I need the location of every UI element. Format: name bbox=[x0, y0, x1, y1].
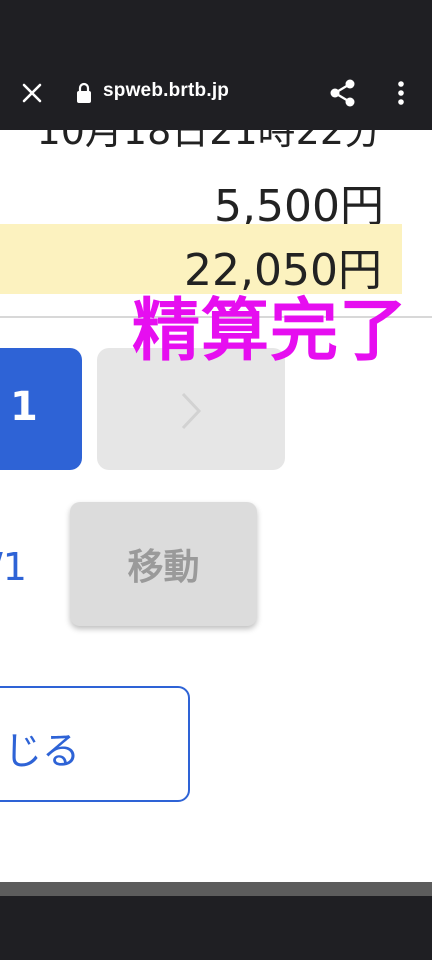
close-page-label: じる bbox=[4, 729, 81, 773]
url-text[interactable]: spweb.brtb.jp bbox=[103, 80, 229, 102]
system-nav-bar bbox=[0, 896, 432, 960]
lock-icon bbox=[77, 82, 91, 103]
bottom-strip bbox=[0, 882, 432, 896]
browser-toolbar: spweb.brtb.jp bbox=[0, 56, 432, 130]
close-page-button[interactable]: じる bbox=[0, 686, 190, 802]
page-count-text: /1 bbox=[0, 545, 27, 589]
current-page-number: 1 bbox=[10, 384, 38, 430]
close-icon bbox=[22, 83, 42, 103]
status-bar bbox=[0, 0, 432, 56]
close-tab-button[interactable] bbox=[16, 77, 48, 109]
move-button[interactable]: 移動 bbox=[70, 502, 257, 626]
date-time-text: 10月18日21時22分 bbox=[36, 130, 382, 153]
settlement-complete-overlay: 精算完了 bbox=[132, 292, 409, 371]
page-button-current[interactable]: 1 bbox=[0, 348, 82, 470]
more-menu-button[interactable] bbox=[388, 76, 414, 110]
page-content: 10月18日21時22分 5,500円 22,050円 1 /1 移動 じる 精… bbox=[0, 130, 432, 882]
more-vert-icon bbox=[398, 81, 404, 105]
share-button[interactable] bbox=[326, 76, 360, 110]
total-row: 22,050円 bbox=[0, 224, 402, 296]
total-amount-text: 22,050円 bbox=[184, 245, 382, 296]
share-icon bbox=[330, 79, 355, 107]
chevron-right-icon bbox=[181, 392, 202, 430]
